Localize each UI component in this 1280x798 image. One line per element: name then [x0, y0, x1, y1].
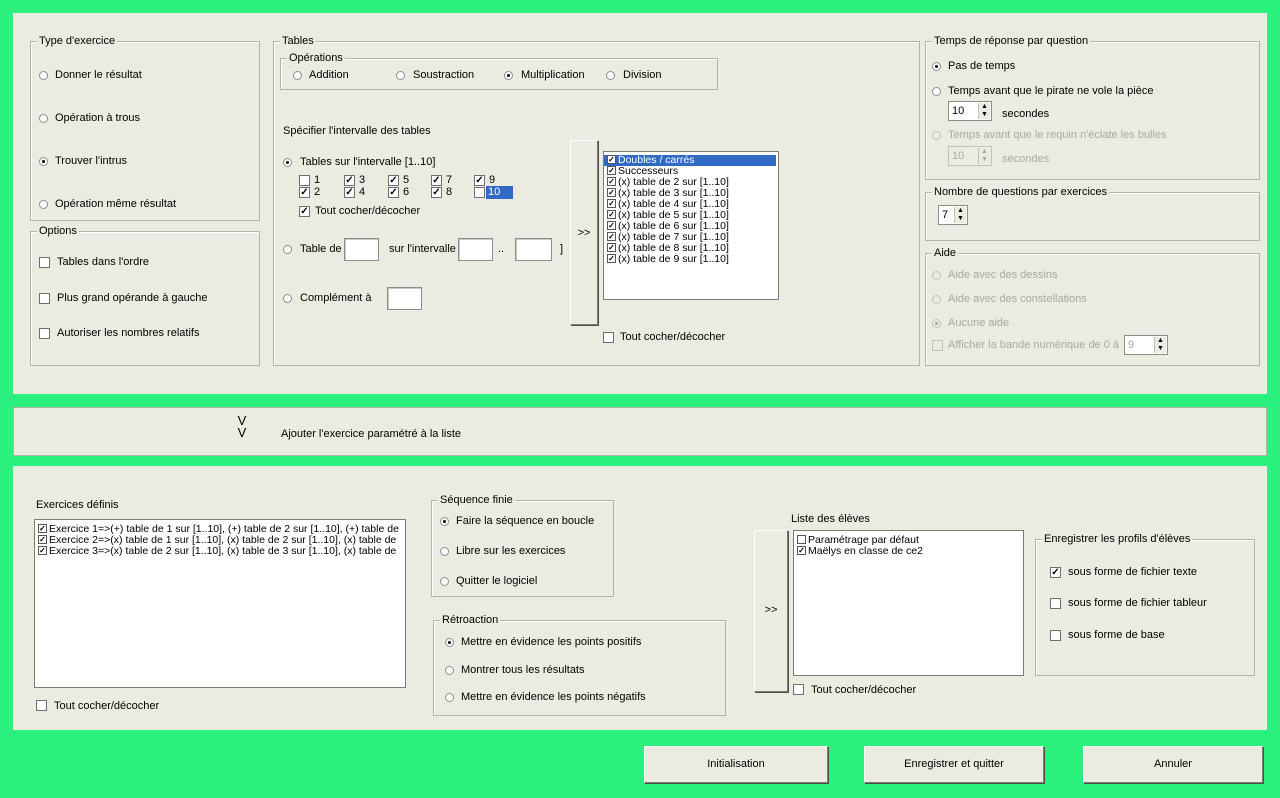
tables-title: Tables [280, 35, 316, 48]
sequence-panel: Exercices définis ✓ Exercice 1=>(+) table… [13, 466, 1267, 730]
band-stepper[interactable]: 9 ▲ ▼ [1124, 335, 1168, 355]
exercices-title: Exercices définis [36, 499, 119, 511]
feedback-title: Rétroaction [440, 614, 501, 627]
profiles-title: Enregistrer les profils d'élèves [1042, 533, 1193, 546]
exercise-type-group: Type d'exercice Donner le résultat Opéra… [30, 35, 260, 221]
settings-panel: Type d'exercice Donner le résultat Opéra… [13, 13, 1267, 394]
question-count-group: Nombre de questions par exercices 7 ▲ ▼ [925, 186, 1260, 241]
options-group: Options Tables dans l'ordre Plus grand o… [30, 225, 260, 366]
range-end-input[interactable] [515, 238, 552, 261]
add-tables-button[interactable]: >> [570, 140, 598, 325]
stepper-arrows-icon[interactable]: ▲ ▼ [978, 148, 990, 164]
students-title: Liste des élèves [791, 513, 870, 525]
response-time-group: Temps de réponse par question Pas de tem… [925, 35, 1260, 180]
profiles-group: Enregistrer les profils d'élèves ✓ sous f… [1035, 533, 1255, 676]
range-separator: .. [498, 243, 505, 255]
help-title: Aide [932, 247, 959, 260]
operations-group: Opérations Addition Soustraction Multipl… [280, 52, 718, 90]
pirate-seconds-unit: secondes [1002, 108, 1050, 120]
sur-intervalle-label: sur l'intervalle [ [389, 243, 463, 255]
list-item[interactable]: ✓ (x) table de 9 sur [1..10] [604, 254, 778, 265]
exercises-list[interactable]: ✓ Exercice 1=>(+) table de 1 sur [1..10],… [34, 519, 406, 688]
question-count-title: Nombre de questions par exercices [932, 186, 1110, 199]
add-student-button[interactable]: >> [754, 530, 788, 692]
stepper-arrows-icon[interactable]: ▲ ▼ [978, 103, 990, 119]
help-group: Aide Aide avec des dessins Aide avec des… [925, 247, 1260, 366]
tables-list[interactable]: ✓ Doubles / carrés ✓ Successeurs ✓ (x) tabl… [603, 151, 779, 300]
range-close: ] [560, 243, 564, 255]
list-item[interactable]: ✓ Exercice 3=>(x) table de 2 sur [1..10],… [35, 546, 405, 557]
stepper-arrows-icon[interactable]: ▲ ▼ [1154, 337, 1166, 353]
exercise-type-title: Type d'exercice [37, 35, 118, 48]
initialisation-button[interactable]: Initialisation [644, 746, 828, 783]
cancel-button[interactable]: Annuler [1083, 746, 1263, 783]
sequence-group: Séquence finie Faire la séquence en bouc… [431, 494, 614, 597]
range-start-input[interactable] [458, 238, 493, 261]
requin-seconds-stepper[interactable]: 10 ▲ ▼ [948, 146, 992, 166]
table-de-input[interactable] [344, 238, 379, 261]
requin-seconds-unit: secondes [1002, 153, 1050, 165]
feedback-group: Rétroaction Mettre en évidence les point… [433, 614, 726, 716]
complement-input[interactable] [387, 287, 422, 310]
double-chevron-down-icon[interactable]: VV [236, 414, 248, 439]
add-exercise-bar[interactable]: VV Ajouter l'exercice paramétré à la lis… [13, 407, 1267, 456]
question-count-stepper[interactable]: 7 ▲ ▼ [938, 205, 968, 225]
options-title: Options [37, 225, 79, 238]
sequence-title: Séquence finie [438, 494, 515, 507]
stepper-arrows-icon[interactable]: ▲ ▼ [954, 207, 966, 223]
students-list[interactable]: Paramétrage par défaut ✓ Maëlys en classe… [793, 530, 1024, 676]
operations-title: Opérations [287, 52, 345, 65]
save-quit-button[interactable]: Enregistrer et quitter [864, 746, 1044, 783]
list-item[interactable]: ✓ Maëlys en classe de ce2 [794, 546, 1023, 557]
pirate-seconds-stepper[interactable]: 10 ▲ ▼ [948, 101, 992, 121]
interval-heading: Spécifier l'intervalle des tables [283, 125, 431, 137]
response-time-title: Temps de réponse par question [932, 35, 1091, 48]
tables-group: Tables Opérations Addition Soustraction … [273, 35, 920, 366]
add-exercise-label: Ajouter l'exercice paramétré à la liste [281, 428, 462, 440]
